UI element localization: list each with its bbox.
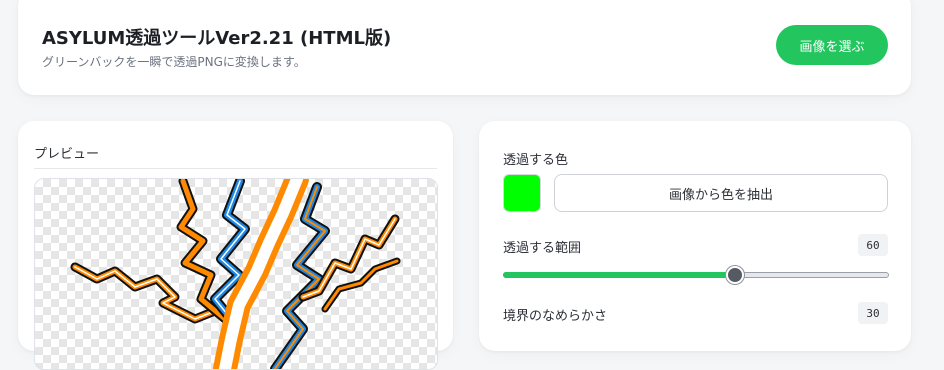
app-subtitle: グリーンバックを一瞬で透過PNGに変換します。 (42, 55, 306, 69)
divider (34, 168, 437, 169)
smoothness-label: 境界のなめらかさ (503, 309, 608, 324)
range-value-badge: 60 (858, 234, 888, 256)
smoothness-value-badge: 30 (858, 302, 888, 324)
extract-color-button[interactable]: 画像から色を抽出 (554, 174, 888, 212)
range-label: 透過する範囲 (503, 241, 582, 256)
lightning-image (70, 179, 401, 369)
preview-card: プレビュー (18, 121, 453, 370)
transparent-color-label: 透過する色 (503, 153, 569, 168)
color-swatch[interactable] (503, 174, 541, 212)
slider-thumb[interactable] (725, 266, 744, 284)
settings-card: 透過する色 画像から色を抽出 透過する範囲 60 境界のなめらかさ 30 (479, 121, 911, 351)
range-slider[interactable] (503, 266, 889, 284)
slider-fill (503, 272, 735, 278)
header-card: ASYLUM透過ツールVer2.21 (HTML版) グリーンバックを一瞬で透過… (18, 0, 911, 95)
preview-label: プレビュー (34, 147, 100, 162)
app-title: ASYLUM透過ツールVer2.21 (HTML版) (42, 28, 392, 49)
choose-image-button[interactable]: 画像を選ぶ (776, 25, 888, 65)
preview-image (34, 178, 438, 370)
